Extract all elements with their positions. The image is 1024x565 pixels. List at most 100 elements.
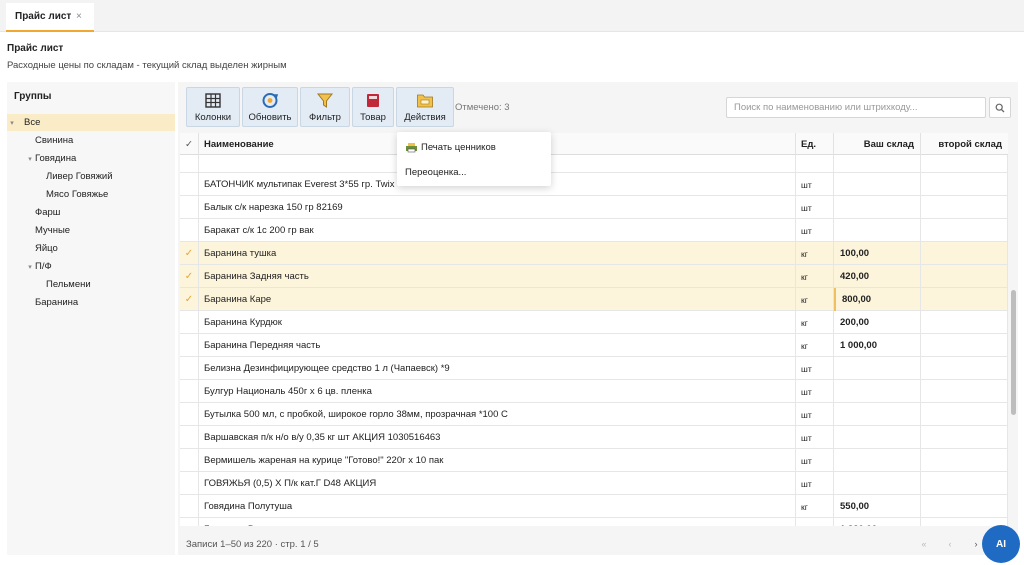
sidebar-item-dumplings[interactable]: Пельмени (7, 276, 175, 293)
row-name: Бутылка 500 мл, с пробкой, широкое горло… (199, 403, 796, 426)
table-row[interactable]: Белизна Дезинфицирующее средство 1 л (Ча… (180, 357, 1008, 380)
sidebar-item-beef-meat[interactable]: Мясо Говяжье (7, 186, 175, 203)
chevron-down-icon[interactable]: ▾ (25, 263, 35, 271)
table-row[interactable]: Говядина Полутуша кг 550,00 (180, 495, 1008, 518)
table-row[interactable]: Говядина Вырезкакг1 320,00 (180, 518, 1008, 526)
header-second-warehouse[interactable]: второй склад (921, 133, 1008, 155)
tab-price-list[interactable]: Прайс лист × (6, 3, 94, 32)
search-input[interactable] (726, 97, 986, 118)
row-name: Баракат с/к 1с 200 гр вак (199, 219, 796, 242)
table-row[interactable]: Балык с/к нарезка 150 гр 82169 шт (180, 196, 1008, 219)
search-icon (995, 103, 1005, 112)
row-second-warehouse (921, 472, 1008, 495)
row-name: Говядина Полутуша (199, 495, 796, 518)
row-check[interactable] (180, 518, 199, 526)
header-price[interactable]: Ваш склад (834, 133, 921, 155)
row-check[interactable] (180, 219, 199, 242)
pager-next-button[interactable]: › (970, 538, 982, 550)
search-button[interactable] (989, 97, 1011, 118)
row-price (834, 155, 921, 173)
row-check[interactable] (180, 380, 199, 403)
row-unit: шт (796, 196, 834, 219)
row-check[interactable] (180, 196, 199, 219)
table-row[interactable]: ГОВЯЖЬЯ (0,5) Х П/к кат.Г D48 АКЦИЯ шт (180, 472, 1008, 495)
table-row[interactable]: Вермишель жареная на курице "Готово!" 22… (180, 449, 1008, 472)
row-price (834, 403, 921, 426)
table-row[interactable] (180, 155, 1008, 173)
row-check[interactable] (180, 495, 199, 518)
table-row[interactable]: Баракат с/к 1с 200 гр вак шт (180, 219, 1008, 242)
sidebar-item-all[interactable]: ▾ Все (7, 114, 175, 131)
menu-item-label: Печать ценников (421, 141, 496, 153)
sidebar-item-semi-finished[interactable]: ▾ П/Ф (7, 258, 175, 275)
sidebar-item-label: Мясо Говяжье (46, 189, 109, 200)
sidebar-item-beef-liver[interactable]: Ливер Говяжий (7, 168, 175, 185)
refresh-button[interactable]: Обновить (242, 87, 298, 127)
actions-button[interactable]: Действия (396, 87, 454, 127)
chevron-down-icon[interactable]: ▾ (25, 155, 35, 163)
sidebar-item-lamb[interactable]: Баранина (7, 294, 175, 311)
ai-assistant-button[interactable]: AI (982, 525, 1020, 563)
pager-first-button[interactable]: « (918, 538, 930, 550)
table-row[interactable]: Булгур Националь 450г х 6 цв. пленка шт (180, 380, 1008, 403)
row-check[interactable] (180, 155, 199, 173)
row-price (834, 426, 921, 449)
table-row[interactable]: БАТОНЧИК мультипак Everest 3*55 гр. Twix… (180, 173, 1008, 196)
row-second-warehouse (921, 288, 1008, 311)
sidebar-item-eggs[interactable]: Яйцо (7, 240, 175, 257)
close-icon[interactable]: × (76, 11, 82, 22)
row-unit: кг (796, 311, 834, 334)
row-unit: шт (796, 380, 834, 403)
row-check[interactable] (180, 449, 199, 472)
marked-count: Отмечено: 3 (455, 102, 510, 113)
table-row[interactable]: Баранина Передняя часть кг 1 000,00 (180, 334, 1008, 357)
table-row[interactable]: Бутылка 500 мл, с пробкой, широкое горло… (180, 403, 1008, 426)
sidebar-item-label: Свинина (35, 135, 74, 146)
row-price: 100,00 (834, 242, 921, 265)
table-row[interactable]: Варшавская п/к н/о в/у 0,35 кг шт АКЦИЯ … (180, 426, 1008, 449)
row-unit: шт (796, 403, 834, 426)
row-second-warehouse (921, 265, 1008, 288)
actions-label: Действия (404, 112, 446, 123)
table-row[interactable]: ✓ Баранина Каре кг 800,00 (180, 288, 1008, 311)
columns-button[interactable]: Колонки (186, 87, 240, 127)
table-row[interactable]: ✓ Баранина Задняя часть кг 420,00 (180, 265, 1008, 288)
row-check[interactable] (180, 426, 199, 449)
row-check[interactable]: ✓ (180, 288, 199, 311)
row-check[interactable] (180, 311, 199, 334)
row-price: 200,00 (834, 311, 921, 334)
sidebar-item-label: Ливер Говяжий (46, 171, 113, 182)
row-unit: кг (796, 518, 834, 526)
row-check[interactable] (180, 334, 199, 357)
scrollbar[interactable] (1011, 290, 1016, 415)
sidebar-item-label: Фарш (35, 207, 61, 218)
row-name: Баранина Передняя часть (199, 334, 796, 357)
grid-header: ✓ Наименование Ед. Ваш склад второй скла… (180, 133, 1008, 155)
header-check[interactable]: ✓ (180, 133, 199, 155)
pager-prev-button[interactable]: ‹ (944, 538, 956, 550)
row-check[interactable] (180, 357, 199, 380)
row-check[interactable]: ✓ (180, 242, 199, 265)
table-row[interactable]: Баранина Курдюк кг 200,00 (180, 311, 1008, 334)
row-second-warehouse (921, 173, 1008, 196)
table-row[interactable]: ✓ Баранина тушка кг 100,00 (180, 242, 1008, 265)
sidebar-item-mince[interactable]: Фарш (7, 204, 175, 221)
row-check[interactable] (180, 472, 199, 495)
menu-item-print-labels[interactable]: Печать ценников (405, 138, 496, 156)
row-check[interactable] (180, 403, 199, 426)
product-button[interactable]: Товар (352, 87, 394, 127)
row-check[interactable] (180, 173, 199, 196)
actions-menu: Печать ценников Переоценка... (397, 132, 551, 186)
menu-item-revaluation[interactable]: Переоценка... (405, 163, 466, 181)
row-check[interactable]: ✓ (180, 265, 199, 288)
sidebar-item-label: Говядина (35, 153, 77, 164)
main-panel: Колонки Обновить Фильтр Товар Действия О… (178, 82, 1018, 555)
sidebar-item-flour[interactable]: Мучные (7, 222, 175, 239)
chevron-down-icon[interactable]: ▾ (7, 119, 17, 127)
sidebar-item-beef[interactable]: ▾ Говядина (7, 150, 175, 167)
sidebar-item-pork[interactable]: Свинина (7, 132, 175, 149)
header-unit[interactable]: Ед. (796, 133, 834, 155)
row-name: Белизна Дезинфицирующее средство 1 л (Ча… (199, 357, 796, 380)
row-name: ГОВЯЖЬЯ (0,5) Х П/к кат.Г D48 АКЦИЯ (199, 472, 796, 495)
filter-button[interactable]: Фильтр (300, 87, 350, 127)
